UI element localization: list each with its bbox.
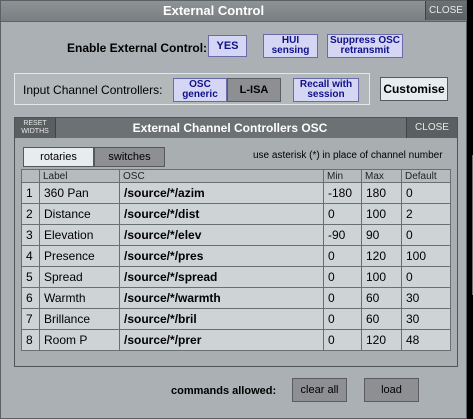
column-header-default: Default: [401, 169, 451, 183]
row-index: 8: [21, 329, 40, 351]
max-cell[interactable]: 120: [361, 329, 402, 351]
row-index: 7: [21, 308, 40, 330]
tab-rotaries[interactable]: rotaries: [23, 147, 94, 167]
min-cell[interactable]: 0: [323, 203, 362, 225]
max-cell[interactable]: 90: [361, 224, 402, 246]
tab-switches[interactable]: switches: [94, 147, 165, 167]
label-cell[interactable]: Elevation: [39, 224, 120, 246]
default-cell[interactable]: 30: [401, 287, 451, 309]
max-cell[interactable]: 120: [361, 245, 402, 267]
default-cell[interactable]: 0: [401, 182, 451, 204]
min-cell[interactable]: -180: [323, 182, 362, 204]
table-row: 4 Presence /source/*/pres 0 120 100: [21, 245, 451, 267]
column-header-index: [21, 169, 40, 183]
osc-controllers-table: Label OSC Min Max Default 1 360 Pan /sou…: [21, 169, 451, 351]
default-cell[interactable]: 0: [401, 224, 451, 246]
default-cell[interactable]: 0: [401, 266, 451, 288]
osc-path-cell[interactable]: /source/*/spread: [119, 266, 324, 288]
table-row: 7 Brillance /source/*/bril 0 60 30: [21, 308, 451, 330]
column-header-osc: OSC: [119, 169, 324, 183]
row-index: 2: [21, 203, 40, 225]
label-cell[interactable]: Distance: [39, 203, 120, 225]
recall-with-session-button[interactable]: Recall with session: [293, 78, 359, 102]
external-control-window: External Control CLOSE Enable External C…: [0, 0, 467, 419]
default-cell[interactable]: 2: [401, 203, 451, 225]
table-row: 2 Distance /source/*/dist 0 100 2: [21, 203, 451, 225]
row-index: 6: [21, 287, 40, 309]
osc-close-button[interactable]: CLOSE: [406, 118, 457, 138]
osc-window-title-bar[interactable]: RESET WIDTHS External Channel Controller…: [15, 118, 457, 138]
osc-path-cell[interactable]: /source/*/azim: [119, 182, 324, 204]
column-header-min: Min: [323, 169, 362, 183]
clear-all-button[interactable]: clear all: [292, 378, 347, 402]
label-cell[interactable]: Spread: [39, 266, 120, 288]
max-cell[interactable]: 180: [361, 182, 402, 204]
row-index: 3: [21, 224, 40, 246]
osc-window-title: External Channel Controllers OSC: [132, 121, 328, 135]
hui-sensing-button[interactable]: HUI sensing: [263, 34, 318, 58]
commands-allowed-label: commands allowed:: [171, 385, 277, 397]
min-cell[interactable]: 0: [323, 329, 362, 351]
suppress-osc-retransmit-button[interactable]: Suppress OSC retransmit: [327, 34, 403, 58]
asterisk-hint: use asterisk (*) in place of channel num…: [253, 150, 443, 161]
input-controllers-label: Input Channel Controllers:: [23, 83, 163, 97]
min-cell[interactable]: 0: [323, 245, 362, 267]
table-header-row: Label OSC Min Max Default: [21, 169, 451, 183]
max-cell[interactable]: 100: [361, 266, 402, 288]
min-cell[interactable]: 0: [323, 308, 362, 330]
title-bar[interactable]: External Control CLOSE: [1, 1, 466, 22]
enable-external-control-label: Enable External Control:: [67, 41, 208, 55]
load-button[interactable]: load: [364, 378, 419, 402]
table-row: 5 Spread /source/*/spread 0 100 0: [21, 266, 451, 288]
column-header-max: Max: [361, 169, 402, 183]
table-row: 1 360 Pan /source/*/azim -180 180 0: [21, 182, 451, 204]
input-controllers-group: Input Channel Controllers: OSC generic L…: [14, 73, 370, 105]
osc-path-cell[interactable]: /source/*/warmth: [119, 287, 324, 309]
close-button[interactable]: CLOSE: [425, 1, 466, 20]
row-index: 5: [21, 266, 40, 288]
osc-controllers-window: RESET WIDTHS External Channel Controller…: [14, 117, 458, 367]
osc-path-cell[interactable]: /source/*/prer: [119, 329, 324, 351]
default-cell[interactable]: 30: [401, 308, 451, 330]
max-cell[interactable]: 100: [361, 203, 402, 225]
table-row: 6 Warmth /source/*/warmth 0 60 30: [21, 287, 451, 309]
osc-path-cell[interactable]: /source/*/pres: [119, 245, 324, 267]
yes-button[interactable]: YES: [208, 35, 247, 57]
row-index: 1: [21, 182, 40, 204]
label-cell[interactable]: Presence: [39, 245, 120, 267]
reset-widths-button[interactable]: RESET WIDTHS: [15, 118, 56, 138]
max-cell[interactable]: 60: [361, 287, 402, 309]
lisa-button[interactable]: L-ISA: [227, 78, 281, 102]
min-cell[interactable]: 0: [323, 287, 362, 309]
table-row: 8 Room P /source/*/prer 0 120 48: [21, 329, 451, 351]
label-cell[interactable]: Room P: [39, 329, 120, 351]
osc-path-cell[interactable]: /source/*/elev: [119, 224, 324, 246]
customise-button[interactable]: Customise: [380, 77, 448, 101]
min-cell[interactable]: 0: [323, 266, 362, 288]
row-index: 4: [21, 245, 40, 267]
osc-path-cell[interactable]: /source/*/dist: [119, 203, 324, 225]
default-cell[interactable]: 48: [401, 329, 451, 351]
table-row: 3 Elevation /source/*/elev -90 90 0: [21, 224, 451, 246]
default-cell[interactable]: 100: [401, 245, 451, 267]
osc-generic-button[interactable]: OSC generic: [173, 78, 227, 102]
label-cell[interactable]: 360 Pan: [39, 182, 120, 204]
max-cell[interactable]: 60: [361, 308, 402, 330]
osc-path-cell[interactable]: /source/*/bril: [119, 308, 324, 330]
label-cell[interactable]: Brillance: [39, 308, 120, 330]
window-title: External Control: [162, 3, 265, 18]
column-header-label: Label: [39, 169, 120, 183]
label-cell[interactable]: Warmth: [39, 287, 120, 309]
min-cell[interactable]: -90: [323, 224, 362, 246]
